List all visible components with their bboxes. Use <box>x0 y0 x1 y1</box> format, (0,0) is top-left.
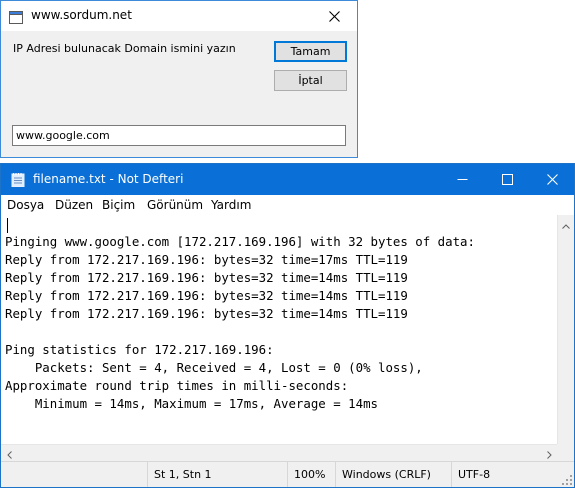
text-line: Reply from 172.217.169.196: bytes=32 tim… <box>5 306 408 321</box>
status-bar: St 1, Stn 1 100% Windows (CRLF) UTF-8 <box>1 461 574 487</box>
cancel-button[interactable]: İptal <box>274 70 347 91</box>
app-window-icon <box>9 9 23 24</box>
dialog-prompt: IP Adresi bulunacak Domain ismini yazın <box>13 42 236 55</box>
dialog-title: www.sordum.net <box>31 8 132 22</box>
menu-item-dosya[interactable]: Dosya <box>7 198 44 212</box>
resize-grip-icon[interactable] <box>562 475 572 485</box>
vertical-scrollbar[interactable] <box>557 215 574 461</box>
menu-item-duzen[interactable]: Düzen <box>55 198 93 212</box>
status-zoom: 100% <box>287 462 335 487</box>
notepad-window: filename.txt - Not Defteri Dosya Düzen B… <box>0 163 575 488</box>
text-line: Reply from 172.217.169.196: bytes=32 tim… <box>5 288 408 303</box>
scroll-up-button[interactable] <box>558 215 574 232</box>
text-line: Ping statistics for 172.217.169.196: <box>5 342 274 357</box>
menu-item-bicim[interactable]: Biçim <box>102 198 135 212</box>
text-line: Approximate round trip times in milli-se… <box>5 378 349 393</box>
domain-input[interactable]: www.google.com <box>12 125 346 146</box>
minimize-icon <box>457 170 468 189</box>
status-position: St 1, Stn 1 <box>147 462 287 487</box>
menu-item-yardim[interactable]: Yardım <box>211 198 251 212</box>
text-caret <box>7 218 8 233</box>
scroll-left-button[interactable] <box>1 445 18 461</box>
scrollbar-corner <box>557 444 574 461</box>
notepad-title: filename.txt - Not Defteri <box>33 172 184 186</box>
text-line: Packets: Sent = 4, Received = 4, Lost = … <box>5 360 423 375</box>
minimize-button[interactable] <box>439 164 485 195</box>
maximize-icon <box>501 170 513 189</box>
dialog-titlebar[interactable]: www.sordum.net <box>1 1 357 31</box>
ok-button[interactable]: Tamam <box>274 41 347 62</box>
maximize-button[interactable] <box>484 164 530 195</box>
text-line: Reply from 172.217.169.196: bytes=32 tim… <box>5 270 408 285</box>
text-editor[interactable]: Pinging www.google.com [172.217.169.196]… <box>3 215 558 461</box>
close-icon <box>546 170 558 189</box>
status-line-ending: Windows (CRLF) <box>335 462 451 487</box>
notepad-titlebar[interactable]: filename.txt - Not Defteri <box>1 164 574 195</box>
close-icon <box>329 7 340 26</box>
text-line: Pinging www.google.com [172.217.169.196]… <box>5 234 475 249</box>
chevron-right-icon <box>547 444 552 463</box>
notepad-icon <box>11 172 25 187</box>
scroll-right-button[interactable] <box>541 445 558 461</box>
text-line: Reply from 172.217.169.196: bytes=32 tim… <box>5 252 408 267</box>
menu-item-gorunum[interactable]: Görünüm <box>147 198 203 212</box>
dialog-close-button[interactable] <box>312 1 357 31</box>
close-button[interactable] <box>529 164 575 195</box>
chevron-left-icon <box>7 444 12 463</box>
text-line: Minimum = 14ms, Maximum = 17ms, Average … <box>5 396 378 411</box>
input-dialog: www.sordum.net IP Adresi bulunacak Domai… <box>0 0 358 158</box>
chevron-up-icon <box>562 214 570 233</box>
status-encoding: UTF-8 <box>451 462 559 487</box>
horizontal-scrollbar[interactable] <box>1 444 558 461</box>
menu-bar: Dosya Düzen Biçim Görünüm Yardım <box>1 195 574 215</box>
